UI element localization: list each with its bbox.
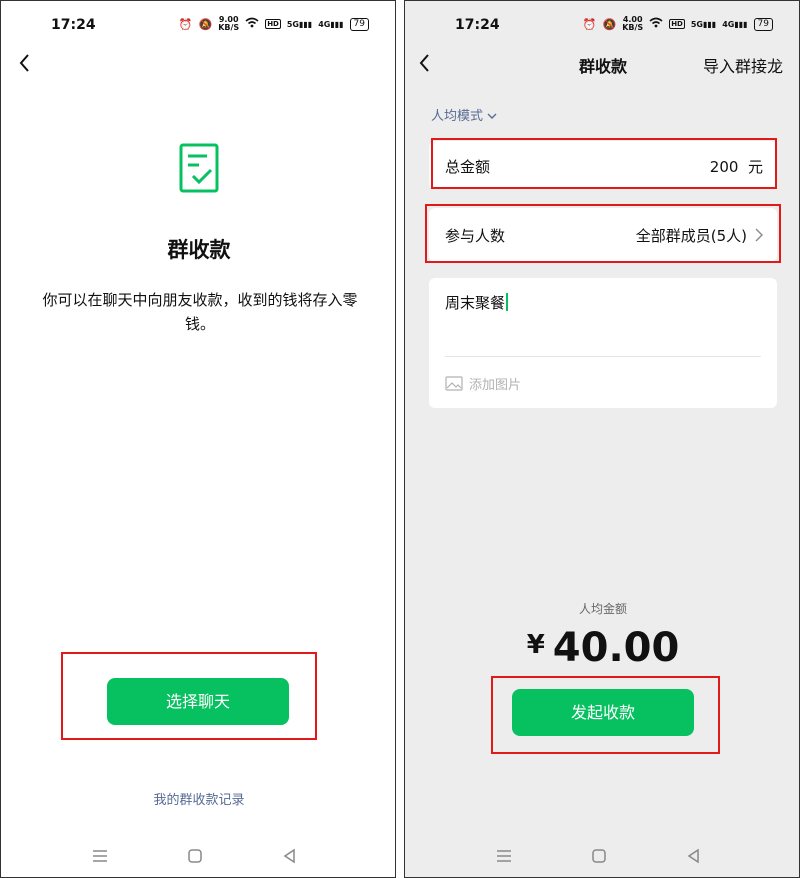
mode-label: 人均模式 [431,109,484,124]
menu-icon[interactable] [91,847,109,865]
currency-symbol: ¥ [526,630,545,660]
home-icon[interactable] [186,847,204,865]
mode-selector[interactable]: 人均模式 [431,105,497,124]
status-bar: 17:24 ⏰ 🔕 4.00 KB/S HD 5G▮▮▮ 4G▮▮▮ 79 [405,1,799,49]
collection-records-link[interactable]: 我的群收款记录 [1,789,395,808]
chevron-down-icon [487,113,497,119]
group-collection-form-screen: 17:24 ⏰ 🔕 4.00 KB/S HD 5G▮▮▮ 4G▮▮▮ 79 群收款… [404,0,800,878]
start-collection-button[interactable]: 发起收款 [512,689,694,736]
wifi-icon [245,17,259,31]
system-nav-bar [405,841,799,871]
status-icons: ⏰ 🔕 9.00 KB/S HD 5G▮▮▮ 4G▮▮▮ 79 [179,16,369,32]
collection-document-icon [179,143,219,193]
image-icon [445,376,463,391]
add-image-button[interactable]: 添加图片 [445,374,521,393]
import-chain-button[interactable]: 导入群接龙 [703,53,783,77]
wifi-icon [649,17,663,31]
back-arrow-icon[interactable] [13,51,37,75]
add-image-label: 添加图片 [469,378,522,393]
menu-icon[interactable] [495,847,513,865]
signal-4g-icon: 4G▮▮▮ [318,19,344,29]
signal-5g-icon: 5G▮▮▮ [690,19,717,29]
battery-indicator: 79 [349,17,369,31]
hd-icon: HD [669,19,685,29]
average-amount-label: 人均金额 [578,602,627,616]
page-title: 群收款 [167,238,231,262]
status-time: 17:24 [455,17,500,33]
average-amount-value: ¥40.00 [526,625,680,671]
hd-icon: HD [265,19,281,29]
signal-4g-icon: 4G▮▮▮ [722,19,748,29]
note-card: 周末聚餐 添加图片 [429,278,777,408]
highlight-box [431,138,777,189]
status-bar: 17:24 ⏰ 🔕 9.00 KB/S HD 5G▮▮▮ 4G▮▮▮ 79 [1,1,395,49]
status-icons: ⏰ 🔕 4.00 KB/S HD 5G▮▮▮ 4G▮▮▮ 79 [583,16,773,32]
highlight-box [425,204,781,263]
network-speed: 9.00 KB/S [218,15,240,32]
network-speed: 4.00 KB/S [622,15,644,32]
signal-5g-icon: 5G▮▮▮ [286,19,313,29]
mute-icon: 🔕 [198,17,213,31]
select-chat-button[interactable]: 选择聊天 [107,678,289,725]
divider [445,356,761,357]
system-nav-bar [1,841,395,871]
status-time: 17:24 [51,17,96,33]
home-icon[interactable] [590,847,608,865]
back-nav-icon[interactable] [685,847,703,865]
alarm-icon: ⏰ [178,17,193,31]
text-cursor [506,293,509,311]
alarm-icon: ⏰ [582,17,597,31]
back-nav-icon[interactable] [281,847,299,865]
battery-indicator: 79 [753,17,773,31]
group-collection-intro-screen: 17:24 ⏰ 🔕 9.00 KB/S HD 5G▮▮▮ 4G▮▮▮ 79 群收款… [0,0,396,878]
note-input[interactable]: 周末聚餐 [445,292,509,313]
page-description: 你可以在聊天中向朋友收款，收到的钱将存入零钱。 [42,291,358,333]
mute-icon: 🔕 [602,17,617,31]
